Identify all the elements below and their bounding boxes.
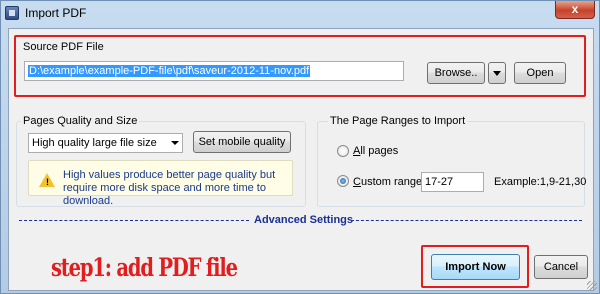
app-icon <box>5 6 19 20</box>
close-icon: x <box>571 2 579 16</box>
custom-range-label[interactable]: Custom range: <box>353 176 425 188</box>
custom-range-radio[interactable] <box>337 175 349 187</box>
step-annotation: step1: add PDF file <box>51 253 238 282</box>
all-pages-radio[interactable] <box>337 145 349 157</box>
warning-text: High values produce better page quality … <box>63 169 276 207</box>
quality-select-value: High quality large file size <box>32 137 157 149</box>
advanced-settings-link[interactable]: Advanced Settings <box>254 214 353 226</box>
resize-grip-icon[interactable] <box>587 281 597 291</box>
set-mobile-quality-button[interactable]: Set mobile quality <box>193 131 291 153</box>
ranges-group <box>317 121 585 207</box>
custom-range-value: 17-27 <box>425 176 454 188</box>
open-button[interactable]: Open <box>514 62 566 84</box>
chevron-down-icon <box>171 141 179 145</box>
ranges-group-label: The Page Ranges to Import <box>328 115 468 127</box>
import-pdf-window: Import PDF x Source PDF File D:\example\… <box>0 0 600 294</box>
custom-range-input[interactable]: 17-27 <box>421 172 484 192</box>
pdf-path-value: D:\example\example-PDF-file\pdf\saveur-2… <box>28 65 311 77</box>
quality-select[interactable]: High quality large file size <box>28 133 183 153</box>
range-example-text: Example:1,9-21,30 <box>494 176 587 188</box>
set-mobile-quality-label: Set mobile quality <box>198 136 286 148</box>
quality-group-label: Pages Quality and Size <box>21 115 140 127</box>
open-label: Open <box>526 67 554 79</box>
advanced-divider-left <box>19 220 249 221</box>
browse-button[interactable]: Browse.. <box>427 62 485 84</box>
source-group-label: Source PDF File <box>23 41 104 53</box>
browse-dropdown-button[interactable] <box>488 62 506 84</box>
title-bar[interactable]: Import PDF x <box>1 1 600 25</box>
advanced-divider-right <box>351 220 582 221</box>
import-now-label: Import Now <box>445 261 506 273</box>
close-button[interactable]: x <box>555 1 595 19</box>
cancel-label: Cancel <box>543 261 579 273</box>
import-now-button[interactable]: Import Now <box>431 254 520 280</box>
pdf-path-field[interactable]: D:\example\example-PDF-file\pdf\saveur-2… <box>24 61 404 81</box>
browse-label: Browse.. <box>434 67 478 79</box>
all-pages-label[interactable]: All pages <box>353 145 398 157</box>
window-title: Import PDF <box>25 6 87 20</box>
chevron-down-icon <box>493 71 501 76</box>
cancel-button[interactable]: Cancel <box>534 255 588 279</box>
quality-warning: ! High values produce better page qualit… <box>28 160 293 207</box>
